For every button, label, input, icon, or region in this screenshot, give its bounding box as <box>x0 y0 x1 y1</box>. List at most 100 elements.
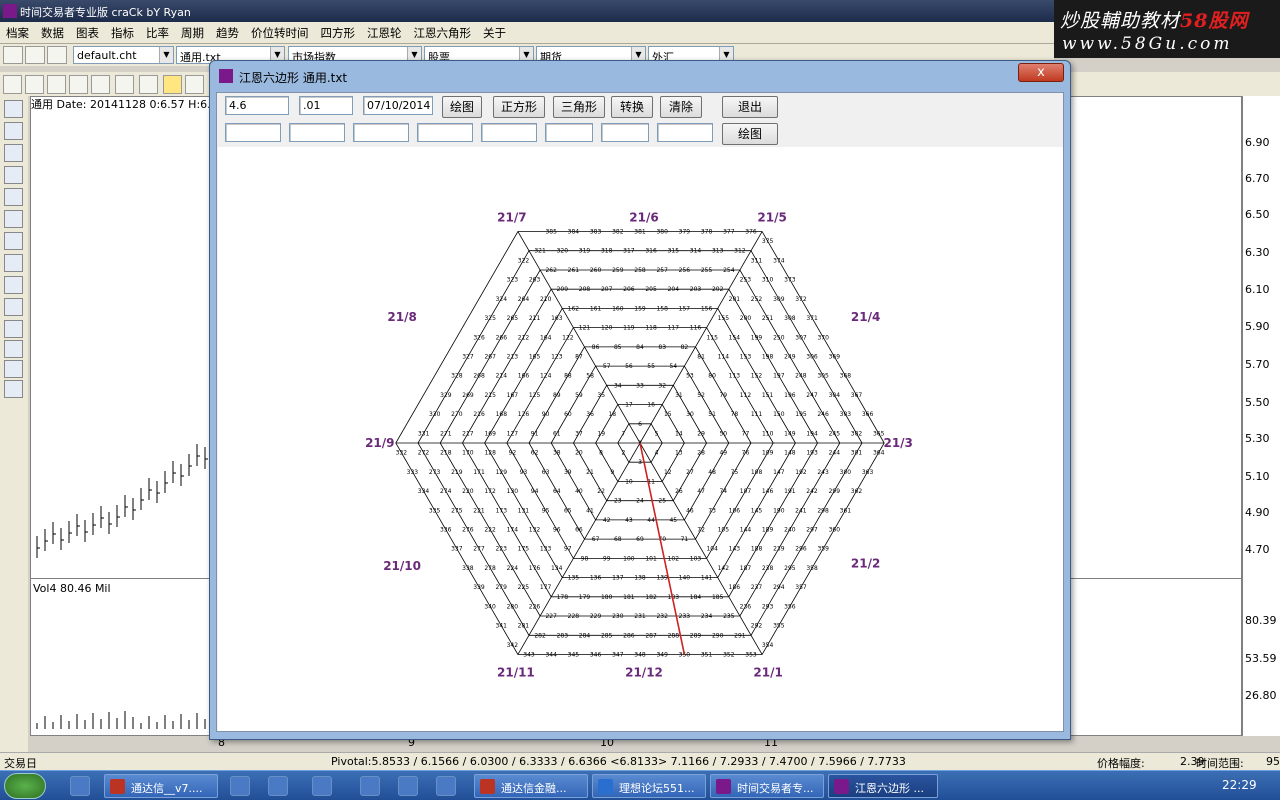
extra-input-8[interactable] <box>657 123 713 142</box>
box-tool-icon[interactable] <box>4 360 23 378</box>
hexagon-number: 302 <box>851 430 863 437</box>
menu-ratio[interactable]: 比率 <box>140 22 175 41</box>
menu-cycle[interactable]: 周期 <box>175 22 210 41</box>
hexagon-number: 178 <box>557 594 569 601</box>
hexagon-number: 212 <box>518 334 530 341</box>
hexagon-number: 160 <box>612 305 624 312</box>
scroll-start-icon[interactable] <box>115 75 134 94</box>
menu-price-to-time[interactable]: 价位转时间 <box>245 22 315 41</box>
new-file-icon[interactable] <box>3 46 23 64</box>
status-range-value: 95 <box>1266 755 1280 768</box>
extra-input-6[interactable] <box>545 123 593 142</box>
bars-tool-icon[interactable] <box>4 188 23 206</box>
extra-input-2[interactable] <box>289 123 345 142</box>
app-icon[interactable] <box>360 776 380 796</box>
date-input[interactable]: 07/10/2014 <box>363 96 433 115</box>
taskbar-item[interactable]: 通达信金融... <box>474 774 588 798</box>
taskbar-item[interactable]: 通达信__v7.... <box>104 774 218 798</box>
app-icon[interactable] <box>436 776 456 796</box>
menu-gann-hexagon[interactable]: 江恩六角形 <box>408 22 478 41</box>
hexagon-number: 304 <box>829 392 841 399</box>
zoom-icon[interactable] <box>3 75 22 94</box>
window-icon[interactable] <box>268 776 288 796</box>
square-button[interactable]: 正方形 <box>493 96 545 118</box>
hexagon-number: 30 <box>686 411 694 418</box>
dialog-body: 4.6 .01 07/10/2014 绘图 正方形 三角形 转换 清除 退出 绘… <box>216 92 1064 732</box>
draw-button[interactable]: 绘图 <box>442 96 482 118</box>
status-amp-label: 价格幅度: <box>1097 757 1145 770</box>
date-label: 21/10 <box>383 559 421 573</box>
hexagon-number: 49 <box>719 450 727 457</box>
exit-button[interactable]: 退出 <box>722 96 778 118</box>
hexagon-number: 189 <box>762 527 774 534</box>
hexagon-number: 228 <box>568 613 580 620</box>
bars-tool-icon[interactable] <box>4 254 23 272</box>
menu-square[interactable]: 四方形 <box>315 22 362 41</box>
app-icon[interactable] <box>312 776 332 796</box>
hexagon-number: 383 <box>590 229 602 236</box>
lines-tool-icon[interactable] <box>4 166 23 184</box>
hexagon-number: 218 <box>440 450 452 457</box>
extra-input-1[interactable] <box>225 123 281 142</box>
draw2-button[interactable]: 绘图 <box>722 123 778 145</box>
extra-input-5[interactable] <box>481 123 537 142</box>
refresh-icon[interactable] <box>69 75 88 94</box>
start-button[interactable] <box>4 773 46 799</box>
price-input[interactable]: 4.6 <box>225 96 289 115</box>
taskbar-item[interactable]: 理想论坛551... <box>592 774 706 798</box>
extra-input-3[interactable] <box>353 123 409 142</box>
bars-tool-icon[interactable] <box>4 232 23 250</box>
quicklaunch-icon[interactable] <box>70 776 90 796</box>
dialog-title-bar[interactable]: 江恩六边形 通用.txt x <box>210 61 1070 91</box>
taskbar-item[interactable]: 时间交易者专... <box>710 774 824 798</box>
d-icon[interactable] <box>185 75 204 94</box>
chart-file-select[interactable]: default.cht ▼ <box>73 46 174 64</box>
menu-about[interactable]: 关于 <box>477 22 512 41</box>
hexagon-number: 5 <box>655 430 659 437</box>
price-axis-label: 4.70 <box>1245 543 1270 556</box>
lines-tool-icon[interactable] <box>4 100 23 118</box>
hexagon-canvas[interactable]: 1234567891011121314151617181920212223242… <box>218 147 1063 731</box>
hexagon-number: 310 <box>762 277 774 284</box>
hexagon-number: 76 <box>742 450 750 457</box>
box-tool-icon[interactable] <box>4 340 23 358</box>
menu-data[interactable]: 数据 <box>35 22 70 41</box>
arrow-left-icon[interactable] <box>25 75 44 94</box>
hexagon-number: 191 <box>784 488 796 495</box>
triangle-button[interactable]: 三角形 <box>553 96 605 118</box>
pen-tool-icon[interactable] <box>4 320 23 338</box>
menu-trend[interactable]: 趋势 <box>210 22 245 41</box>
box-tool-icon[interactable] <box>4 380 23 398</box>
browser-icon[interactable] <box>398 776 418 796</box>
lines-tool-icon[interactable] <box>4 144 23 162</box>
bars-tool-icon[interactable] <box>4 210 23 228</box>
date-label: 21/6 <box>629 211 658 225</box>
hexagon-number: 262 <box>545 267 557 274</box>
hexagon-number: 297 <box>806 527 818 534</box>
fan-tool-icon[interactable] <box>4 298 23 316</box>
extra-input-7[interactable] <box>601 123 649 142</box>
scroll-end-icon[interactable] <box>139 75 158 94</box>
clear-button[interactable]: 清除 <box>660 96 702 118</box>
menu-indicator[interactable]: 指标 <box>105 22 140 41</box>
print-icon[interactable] <box>47 46 67 64</box>
media-icon[interactable] <box>230 776 250 796</box>
crosshair-icon[interactable] <box>163 75 182 94</box>
extra-input-4[interactable] <box>417 123 473 142</box>
lines-tool-icon[interactable] <box>4 122 23 140</box>
menu-gann-wheel[interactable]: 江恩轮 <box>361 22 408 41</box>
close-button[interactable]: x <box>1018 63 1064 82</box>
open-folder-icon[interactable] <box>25 46 45 64</box>
menu-chart[interactable]: 图表 <box>70 22 105 41</box>
arrow-right-icon[interactable] <box>47 75 66 94</box>
taskbar: 通达信__v7.... 通达信金融... 理想论坛551... 时间交易者专..… <box>0 770 1280 800</box>
taskbar-item-active[interactable]: 江恩六边形 ... <box>828 774 938 798</box>
menu-file[interactable]: 档案 <box>0 22 35 41</box>
step-input[interactable]: .01 <box>299 96 353 115</box>
hexagon-number: 274 <box>440 488 452 495</box>
fan-tool-icon[interactable] <box>4 276 23 294</box>
clock: 22:29 <box>1222 778 1257 792</box>
hexagon-number: 94 <box>531 488 539 495</box>
undo-icon[interactable] <box>91 75 110 94</box>
convert-button[interactable]: 转换 <box>611 96 653 118</box>
